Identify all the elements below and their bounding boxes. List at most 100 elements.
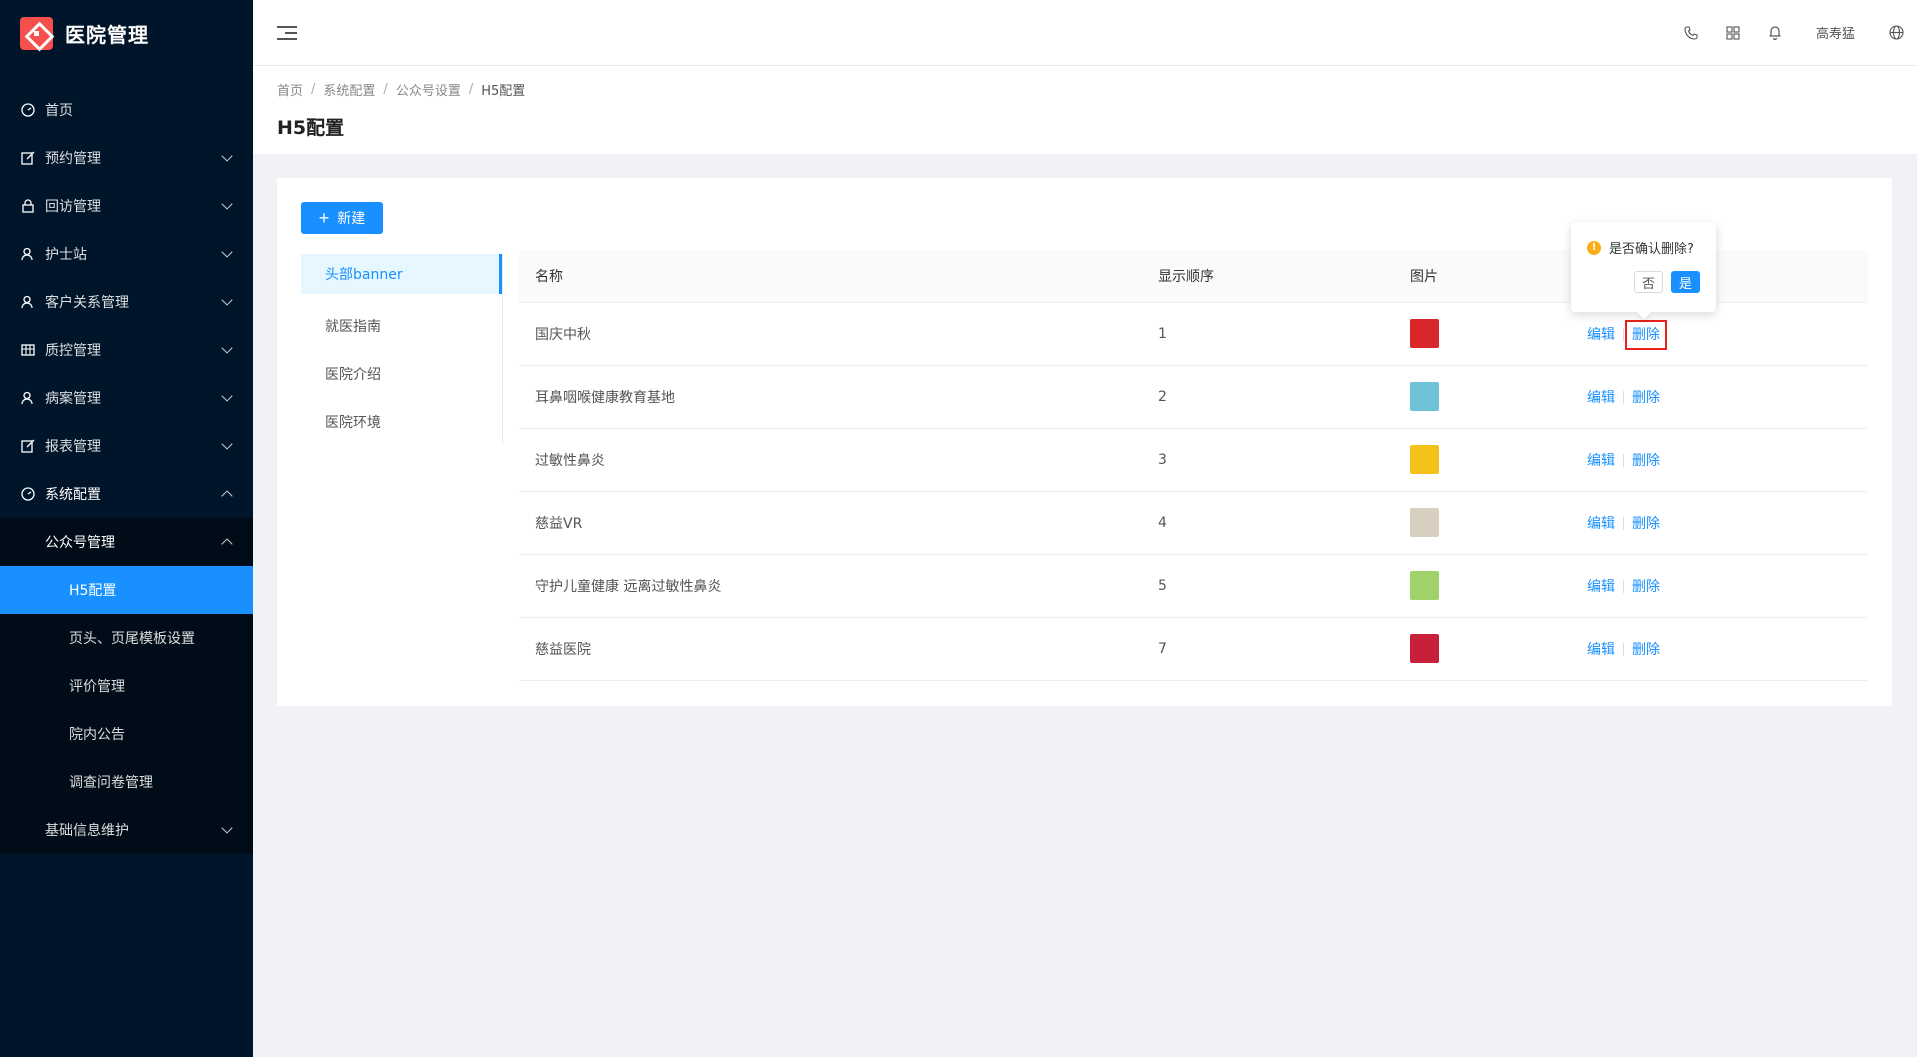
cell-order: 7	[1142, 617, 1394, 681]
category-tabs: 头部banner 就医指南 医院介绍 医院环境	[301, 254, 503, 444]
sidebar-item-crm[interactable]: 客户关系管理	[0, 278, 253, 326]
tab-header-banner[interactable]: 头部banner	[301, 254, 502, 294]
chevron-down-icon	[221, 150, 233, 162]
edit-link[interactable]: 编辑	[1587, 390, 1615, 406]
tab-hospital-environment[interactable]: 医院环境	[301, 398, 502, 446]
banner-thumbnail[interactable]	[1410, 382, 1439, 411]
sidebar-item-header-footer-template[interactable]: 页头、页尾模板设置	[0, 614, 253, 662]
cell-name: 慈益VR	[519, 491, 1142, 555]
page-header: 首页 / 系统配置 / 公众号设置 / H5配置 H5配置	[253, 66, 1917, 154]
edit-link[interactable]: 编辑	[1587, 516, 1615, 532]
banner-thumbnail[interactable]	[1410, 634, 1439, 663]
delete-link[interactable]: 删除	[1632, 579, 1660, 595]
delete-link[interactable]: 删除	[1632, 642, 1660, 658]
dashboard-icon	[21, 487, 35, 501]
edit-link[interactable]: 编辑	[1587, 453, 1615, 469]
cancel-button[interactable]: 否	[1633, 271, 1663, 293]
breadcrumb-item[interactable]: 首页	[277, 80, 303, 99]
sidebar-item-label: 评价管理	[69, 679, 125, 695]
chevron-down-icon	[221, 822, 233, 834]
sidebar-item-appointment[interactable]: 预约管理	[0, 134, 253, 182]
banner-thumbnail[interactable]	[1410, 571, 1439, 600]
divider	[1623, 328, 1624, 341]
table-row: 慈益VR 4 编辑 删除	[519, 491, 1868, 555]
app-logo[interactable]: 医院管理	[0, 0, 253, 66]
sidebar-item-label: 质控管理	[45, 343, 101, 359]
divider	[1623, 643, 1624, 656]
sidebar-item-wechat[interactable]: 公众号管理	[0, 518, 253, 566]
page-title: H5配置	[277, 117, 345, 139]
sidebar-menu: 首页 预约管理 回访管理 护士站 客户关系管理 质控管理 病案管理 报表管理 系…	[0, 86, 253, 854]
breadcrumb-item[interactable]: 系统配置	[323, 80, 375, 99]
edit-link[interactable]: 编辑	[1587, 327, 1615, 343]
delete-link[interactable]: 删除	[1632, 390, 1660, 406]
edit-icon	[21, 439, 35, 453]
edit-icon	[21, 151, 35, 165]
sidebar-item-system-config[interactable]: 系统配置	[0, 470, 253, 518]
sidebar: 医院管理 首页 预约管理 回访管理 护士站 客户关系管理 质控管理 病案管理 报…	[0, 0, 253, 1057]
divider	[1623, 454, 1624, 467]
sidebar-item-h5-config[interactable]: H5配置	[0, 566, 253, 614]
sidebar-item-home[interactable]: 首页	[0, 86, 253, 134]
breadcrumb-separator: /	[468, 82, 474, 97]
banner-thumbnail[interactable]	[1410, 319, 1439, 348]
banner-thumbnail[interactable]	[1410, 508, 1439, 537]
chevron-up-icon	[221, 538, 233, 550]
sidebar-item-reviews[interactable]: 评价管理	[0, 662, 253, 710]
sidebar-item-records[interactable]: 病案管理	[0, 374, 253, 422]
sidebar-item-nurse-station[interactable]: 护士站	[0, 230, 253, 278]
delete-link[interactable]: 删除	[1632, 516, 1660, 532]
bell-icon[interactable]	[1754, 0, 1796, 65]
plus-icon: +	[318, 208, 330, 228]
breadcrumb-separator: /	[383, 82, 388, 97]
sidebar-item-label: 首页	[45, 103, 73, 119]
cell-order: 5	[1142, 554, 1394, 618]
sidebar-item-label: 护士站	[45, 247, 87, 263]
sidebar-item-basic-info[interactable]: 基础信息维护	[0, 806, 253, 854]
phone-icon[interactable]	[1670, 0, 1712, 65]
sidebar-item-surveys[interactable]: 调查问卷管理	[0, 758, 253, 806]
confirm-buttons: 否 是	[1587, 271, 1700, 293]
tab-medical-guide[interactable]: 就医指南	[301, 302, 502, 350]
globe-icon[interactable]	[1875, 0, 1917, 65]
divider	[1623, 580, 1624, 593]
sidebar-item-announcements[interactable]: 院内公告	[0, 710, 253, 758]
header-actions: 高寿猛	[1670, 0, 1917, 65]
new-button-label: 新建	[337, 210, 366, 226]
sidebar-item-reports[interactable]: 报表管理	[0, 422, 253, 470]
tab-hospital-intro[interactable]: 医院介绍	[301, 350, 502, 398]
sidebar-item-followup[interactable]: 回访管理	[0, 182, 253, 230]
delete-confirm-popover: ! 是否确认删除? 否 是	[1571, 222, 1716, 312]
cell-order: 3	[1142, 428, 1394, 492]
column-header-name: 名称	[519, 250, 1142, 303]
banner-thumbnail[interactable]	[1410, 445, 1439, 474]
sidebar-item-quality[interactable]: 质控管理	[0, 326, 253, 374]
username[interactable]: 高寿猛	[1796, 23, 1875, 42]
sidebar-item-label: 报表管理	[45, 439, 101, 455]
confirm-text: 是否确认删除?	[1609, 242, 1694, 257]
delete-link[interactable]: 删除	[1632, 453, 1660, 469]
sidebar-item-label: 院内公告	[69, 727, 125, 743]
chevron-down-icon	[221, 246, 233, 258]
app-title: 医院管理	[65, 22, 149, 47]
delete-link[interactable]: 删除	[1625, 319, 1667, 350]
confirm-button[interactable]: 是	[1670, 271, 1700, 293]
chevron-down-icon	[221, 438, 233, 450]
edit-link[interactable]: 编辑	[1587, 579, 1615, 595]
breadcrumb-item[interactable]: 公众号设置	[396, 80, 461, 99]
edit-link[interactable]: 编辑	[1587, 642, 1615, 658]
sidebar-item-label: 调查问卷管理	[69, 775, 153, 791]
chevron-up-icon	[221, 490, 233, 502]
cell-name: 守护儿童健康 远离过敏性鼻炎	[519, 554, 1142, 618]
cell-name: 耳鼻咽喉健康教育基地	[519, 365, 1142, 429]
cell-name: 过敏性鼻炎	[519, 428, 1142, 492]
menu-fold-icon[interactable]	[277, 25, 297, 41]
column-header-image: 图片	[1394, 250, 1571, 303]
new-button[interactable]: + 新建	[301, 202, 383, 234]
divider	[1623, 517, 1624, 530]
chevron-down-icon	[221, 294, 233, 306]
breadcrumb-current: H5配置	[481, 84, 526, 99]
user-icon	[21, 295, 35, 309]
sidebar-item-label: 客户关系管理	[45, 295, 129, 311]
apps-icon[interactable]	[1712, 0, 1754, 65]
